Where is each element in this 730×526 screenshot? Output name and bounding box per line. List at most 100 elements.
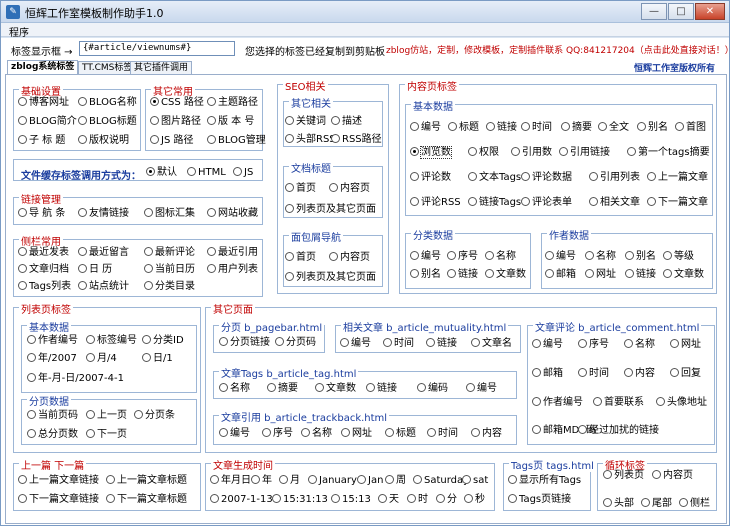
- radio-icon[interactable]: [78, 281, 87, 290]
- seo-rss-path[interactable]: RSS路径: [331, 134, 382, 146]
- radio-icon[interactable]: [485, 269, 494, 278]
- loop-side[interactable]: 侧栏: [679, 498, 710, 510]
- content-basic-0[interactable]: 编号: [410, 122, 441, 134]
- radio-icon[interactable]: [436, 494, 445, 503]
- comment-6[interactable]: 内容: [624, 368, 655, 380]
- radio-icon[interactable]: [78, 208, 87, 217]
- list-pagebar[interactable]: 分页条: [134, 410, 175, 422]
- radio-icon[interactable]: [150, 116, 159, 125]
- opt-side-10[interactable]: 分类目录: [144, 281, 195, 293]
- opt-side-2[interactable]: 最新评论: [144, 247, 195, 259]
- list-cat-id[interactable]: 分类ID: [142, 335, 184, 347]
- radio-icon[interactable]: [532, 368, 541, 377]
- radio-icon[interactable]: [86, 429, 95, 438]
- radio-icon[interactable]: [219, 383, 228, 392]
- radio-icon[interactable]: [144, 247, 153, 256]
- radio-icon[interactable]: [279, 475, 288, 484]
- radio-icon[interactable]: [285, 272, 294, 281]
- comment-3[interactable]: 网址: [670, 339, 701, 351]
- radio-icon[interactable]: [521, 122, 530, 131]
- comment-2[interactable]: 名称: [624, 339, 655, 351]
- radio-icon[interactable]: [545, 251, 554, 260]
- radio-icon[interactable]: [511, 147, 520, 156]
- radio-icon[interactable]: [410, 251, 419, 260]
- timegen-7[interactable]: sat: [462, 475, 488, 487]
- tagtpl-3[interactable]: 链接: [366, 383, 397, 395]
- radio-icon[interactable]: [652, 470, 661, 479]
- opt-basic-0[interactable]: 博客网址: [18, 97, 69, 109]
- radio-icon[interactable]: [262, 428, 271, 437]
- opt-side-1[interactable]: 最近留言: [78, 247, 129, 259]
- list-cur-page[interactable]: 当前页码: [27, 410, 78, 422]
- opt-link-3[interactable]: 网站收藏: [207, 208, 258, 220]
- radio-icon[interactable]: [508, 494, 517, 503]
- track-5[interactable]: 时间: [427, 428, 458, 440]
- radio-icon[interactable]: [532, 425, 541, 434]
- radio-icon[interactable]: [207, 135, 216, 144]
- radio-icon[interactable]: [545, 269, 554, 278]
- radio-icon[interactable]: [410, 269, 419, 278]
- radio-icon[interactable]: [378, 494, 387, 503]
- opt-basic-2[interactable]: BLOG简介: [18, 116, 77, 128]
- track-6[interactable]: 内容: [471, 428, 502, 440]
- radio-icon[interactable]: [462, 475, 471, 484]
- radio-icon[interactable]: [210, 475, 219, 484]
- radio-icon[interactable]: [285, 204, 294, 213]
- radio-icon[interactable]: [144, 264, 153, 273]
- loop-head[interactable]: 头部: [603, 498, 634, 510]
- content-basic-6[interactable]: 别名: [637, 122, 668, 134]
- content-basic-3[interactable]: 时间: [521, 122, 552, 134]
- content-basic-15[interactable]: 评论数据: [521, 172, 572, 184]
- content-cat-1[interactable]: 序号: [447, 251, 478, 263]
- radio-icon[interactable]: [532, 397, 541, 406]
- prev-title[interactable]: 上一篇文章标题: [106, 475, 187, 487]
- radio-icon[interactable]: [641, 498, 650, 507]
- content-author-3[interactable]: 等级: [663, 251, 694, 263]
- radio-icon[interactable]: [86, 335, 95, 344]
- tab-plugins[interactable]: 其它插件调用: [130, 61, 193, 75]
- radio-icon[interactable]: [340, 338, 349, 347]
- comment-5[interactable]: 时间: [578, 368, 609, 380]
- seo-head-rss[interactable]: 头部RSS: [285, 134, 336, 146]
- content-cat-5[interactable]: 文章数: [485, 269, 526, 281]
- timegen-12[interactable]: 时: [407, 494, 428, 506]
- radio-icon[interactable]: [301, 428, 310, 437]
- radio-icon[interactable]: [468, 147, 477, 156]
- radio-icon[interactable]: [561, 122, 570, 131]
- opt-other-5[interactable]: BLOG管理: [207, 135, 266, 147]
- timegen-14[interactable]: 秒: [464, 494, 485, 506]
- content-basic-19[interactable]: 链接Tags: [468, 197, 521, 209]
- radio-icon[interactable]: [315, 383, 324, 392]
- radio-icon[interactable]: [521, 172, 530, 181]
- list-year[interactable]: 年/2007: [27, 353, 77, 365]
- radio-icon[interactable]: [18, 494, 27, 503]
- radio-icon[interactable]: [18, 208, 27, 217]
- radio-icon[interactable]: [78, 116, 87, 125]
- content-basic-13[interactable]: 评论数: [410, 172, 451, 184]
- timegen-2[interactable]: 月: [279, 475, 300, 487]
- radio-icon[interactable]: [603, 498, 612, 507]
- radio-icon[interactable]: [670, 368, 679, 377]
- radio-icon[interactable]: [625, 251, 634, 260]
- content-author-2[interactable]: 别名: [625, 251, 656, 263]
- seo-bc-content[interactable]: 内容页: [329, 252, 370, 264]
- opt-side-6[interactable]: 当前日历: [144, 264, 195, 276]
- radio-icon[interactable]: [521, 197, 530, 206]
- radio-icon[interactable]: [267, 383, 276, 392]
- seo-keyword[interactable]: 关键词: [285, 116, 326, 128]
- radio-icon[interactable]: [585, 251, 594, 260]
- content-basic-2[interactable]: 链接: [486, 122, 517, 134]
- radio-icon[interactable]: [331, 116, 340, 125]
- track-3[interactable]: 网址: [341, 428, 372, 440]
- radio-icon[interactable]: [471, 338, 480, 347]
- tab-zblog[interactable]: zblog系统标签: [7, 60, 79, 75]
- content-basic-9[interactable]: 权限: [468, 147, 499, 159]
- content-cat-4[interactable]: 链接: [447, 269, 478, 281]
- radio-icon[interactable]: [18, 116, 27, 125]
- opt-side-3[interactable]: 最近引用: [207, 247, 258, 259]
- radio-icon[interactable]: [134, 410, 143, 419]
- radio-icon[interactable]: [251, 475, 260, 484]
- list-total-pages[interactable]: 总分页数: [27, 429, 78, 441]
- loop-content[interactable]: 内容页: [652, 470, 693, 482]
- radio-icon[interactable]: [647, 197, 656, 206]
